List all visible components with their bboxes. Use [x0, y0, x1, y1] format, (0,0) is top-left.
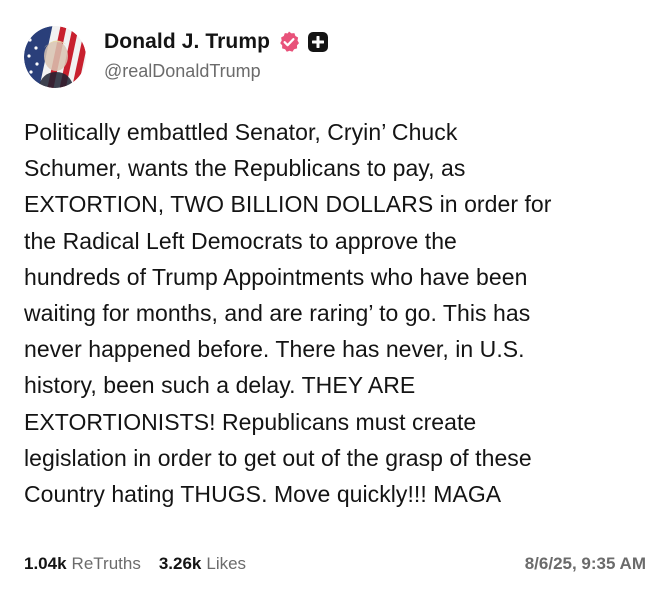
author-display-name[interactable]: Donald J. Trump: [104, 30, 270, 54]
name-row: Donald J. Trump: [104, 28, 329, 56]
author-handle[interactable]: @realDonaldTrump: [104, 61, 329, 82]
retruths-count: 1.04k: [24, 554, 67, 573]
retruths-stat[interactable]: 1.04k ReTruths: [24, 554, 141, 574]
verified-badge-icon: [277, 30, 301, 54]
likes-label: Likes: [206, 554, 247, 573]
avatar-image: [24, 26, 86, 88]
post-footer: 1.04k ReTruths 3.26k Likes 8/6/25, 9:35 …: [24, 552, 646, 576]
retruths-label: ReTruths: [71, 554, 141, 573]
post-header: Donald J. Trump @realDonaldTrump: [104, 28, 329, 82]
likes-count: 3.26k: [158, 554, 202, 573]
plus-badge-icon: [307, 31, 329, 53]
post-text: Politically embattled Senator, Cryin’ Ch…: [24, 119, 552, 508]
likes-stat[interactable]: 3.26k Likes: [159, 554, 246, 574]
post-timestamp[interactable]: 8/6/25, 9:35 AM: [525, 554, 646, 574]
post-card: Donald J. Trump @realDonaldTrump Politic…: [0, 0, 672, 600]
author-avatar[interactable]: [24, 26, 86, 88]
